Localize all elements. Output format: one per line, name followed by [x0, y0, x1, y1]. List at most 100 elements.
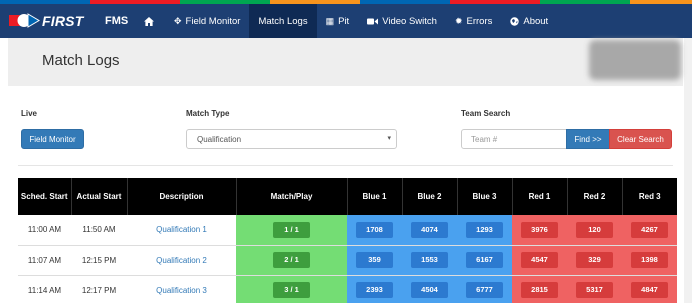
col-red2[interactable]: Red 2: [567, 178, 623, 215]
blue-team-button[interactable]: 1708: [356, 221, 393, 238]
globe-icon: [510, 16, 520, 26]
find-button[interactable]: Find >>: [566, 129, 610, 149]
table-header-row: Sched. Start Actual Start Description Ma…: [18, 178, 677, 215]
nav-about-label: About: [523, 15, 549, 27]
match-play-cell: 3 / 1: [236, 275, 347, 303]
live-label: Live: [21, 109, 38, 118]
field-monitor-button[interactable]: Field Monitor: [21, 129, 84, 149]
table-row: 11:14 AM 12:17 PM Qualification 3 3 / 1 …: [18, 275, 677, 303]
cog-icon: ✹: [454, 15, 463, 26]
match-play-cell: 2 / 1: [236, 245, 347, 276]
col-blue1[interactable]: Blue 1: [347, 178, 403, 215]
blue-team-cell: 4074: [402, 215, 457, 246]
col-blue3[interactable]: Blue 3: [457, 178, 513, 215]
nav-video-switch[interactable]: Video Switch: [358, 4, 446, 38]
page-header: Match Logs: [8, 38, 683, 86]
blue-team-cell: 1553: [402, 245, 457, 276]
team-search-input[interactable]: Team #: [461, 129, 567, 149]
match-play-button[interactable]: 1 / 1: [273, 221, 310, 238]
blue-team-button[interactable]: 6167: [466, 252, 503, 268]
nav-errors-label: Errors: [466, 15, 493, 27]
col-red3[interactable]: Red 3: [622, 178, 677, 215]
app-brand[interactable]: FMS: [105, 15, 133, 27]
col-match-play[interactable]: Match/Play: [236, 178, 348, 215]
red-team-button[interactable]: 1398: [631, 252, 668, 268]
description-link[interactable]: Qualification 1: [127, 215, 236, 246]
red-team-button[interactable]: 4267: [631, 221, 668, 238]
red-team-cell: 4847: [622, 275, 677, 303]
col-blue2[interactable]: Blue 2: [402, 178, 458, 215]
video-camera-icon: [367, 18, 379, 24]
nav-home[interactable]: [133, 4, 165, 38]
blue-team-cell: 4504: [402, 275, 457, 303]
top-navbar: FIRST FMS ✥ Field Monitor Match Logs ▦ P…: [0, 4, 692, 38]
first-logo[interactable]: FIRST: [8, 4, 100, 38]
blue-team-button[interactable]: 6777: [466, 282, 503, 298]
match-type-select[interactable]: Qualification ▾: [186, 129, 397, 149]
table-row: 11:07 AM 12:15 PM Qualification 2 2 / 1 …: [18, 245, 677, 276]
page-title: Match Logs: [42, 52, 120, 69]
page: FIRST FMS ✥ Field Monitor Match Logs ▦ P…: [0, 0, 692, 303]
nav-errors[interactable]: ✹ Errors: [446, 4, 501, 38]
sched-start-cell: 11:14 AM: [18, 275, 71, 303]
red-team-button[interactable]: 329: [576, 252, 613, 268]
blue-team-cell: 1293: [457, 215, 512, 246]
header-logo-blurred: [589, 40, 681, 80]
blue-team-button[interactable]: 1553: [411, 252, 448, 268]
blue-team-cell: 359: [347, 245, 402, 276]
match-play-cell: 1 / 1: [236, 215, 347, 246]
col-red1[interactable]: Red 1: [512, 178, 568, 215]
nav-pit-label: Pit: [338, 15, 350, 27]
red-team-button[interactable]: 4547: [521, 252, 558, 268]
nav-match-logs[interactable]: Match Logs: [249, 4, 317, 38]
match-type-value: Qualification: [197, 134, 242, 144]
logo-text: FIRST: [42, 13, 84, 29]
blue-team-button[interactable]: 4504: [411, 282, 448, 298]
red-team-button[interactable]: 5317: [576, 282, 613, 298]
nav-video-switch-label: Video Switch: [382, 15, 437, 27]
nav-about[interactable]: About: [501, 4, 557, 38]
description-link[interactable]: Qualification 2: [127, 245, 236, 276]
nav-field-monitor-label: Field Monitor: [185, 15, 241, 27]
actual-start-cell: 12:15 PM: [71, 245, 127, 276]
sched-start-cell: 11:00 AM: [18, 215, 71, 246]
actual-start-cell: 12:17 PM: [71, 275, 127, 303]
red-team-button[interactable]: 2815: [521, 282, 558, 298]
red-team-button[interactable]: 4847: [631, 282, 668, 298]
red-team-cell: 329: [567, 245, 622, 276]
match-play-button[interactable]: 3 / 1: [273, 282, 310, 298]
blue-team-button[interactable]: 1293: [466, 221, 503, 238]
red-team-cell: 120: [567, 215, 622, 246]
col-sched-start[interactable]: Sched. Start: [18, 178, 72, 215]
red-team-button[interactable]: 120: [576, 221, 613, 238]
table-icon: ▦: [325, 15, 335, 26]
team-search-placeholder: Team #: [471, 134, 498, 144]
nav-field-monitor[interactable]: ✥ Field Monitor: [165, 4, 249, 38]
red-team-cell: 2815: [512, 275, 567, 303]
red-team-cell: 5317: [567, 275, 622, 303]
red-team-cell: 4547: [512, 245, 567, 276]
move-icon: ✥: [174, 15, 182, 26]
table-row: 11:00 AM 11:50 AM Qualification 1 1 / 1 …: [18, 215, 677, 246]
red-team-cell: 1398: [622, 245, 677, 276]
nav-match-logs-label: Match Logs: [258, 15, 308, 27]
blue-team-cell: 1708: [347, 215, 402, 246]
nav-pit[interactable]: ▦ Pit: [317, 4, 359, 38]
blue-team-button[interactable]: 359: [356, 252, 393, 268]
blue-team-cell: 2393: [347, 275, 402, 303]
match-logs-table: Sched. Start Actual Start Description Ma…: [18, 178, 677, 303]
col-description[interactable]: Description: [127, 178, 237, 215]
red-team-button[interactable]: 3976: [521, 221, 558, 238]
blue-team-button[interactable]: 2393: [356, 282, 393, 298]
blue-team-cell: 6777: [457, 275, 512, 303]
team-search-label: Team Search: [461, 109, 511, 118]
match-play-button[interactable]: 2 / 1: [273, 252, 310, 268]
blue-team-cell: 6167: [457, 245, 512, 276]
col-actual-start[interactable]: Actual Start: [71, 178, 128, 215]
page-scrollbar[interactable]: [684, 38, 692, 303]
clear-search-button[interactable]: Clear Search: [609, 129, 672, 149]
description-link[interactable]: Qualification 3: [127, 275, 236, 303]
first-logo-icon: [9, 13, 40, 28]
red-team-cell: 4267: [622, 215, 677, 246]
blue-team-button[interactable]: 4074: [411, 221, 448, 238]
